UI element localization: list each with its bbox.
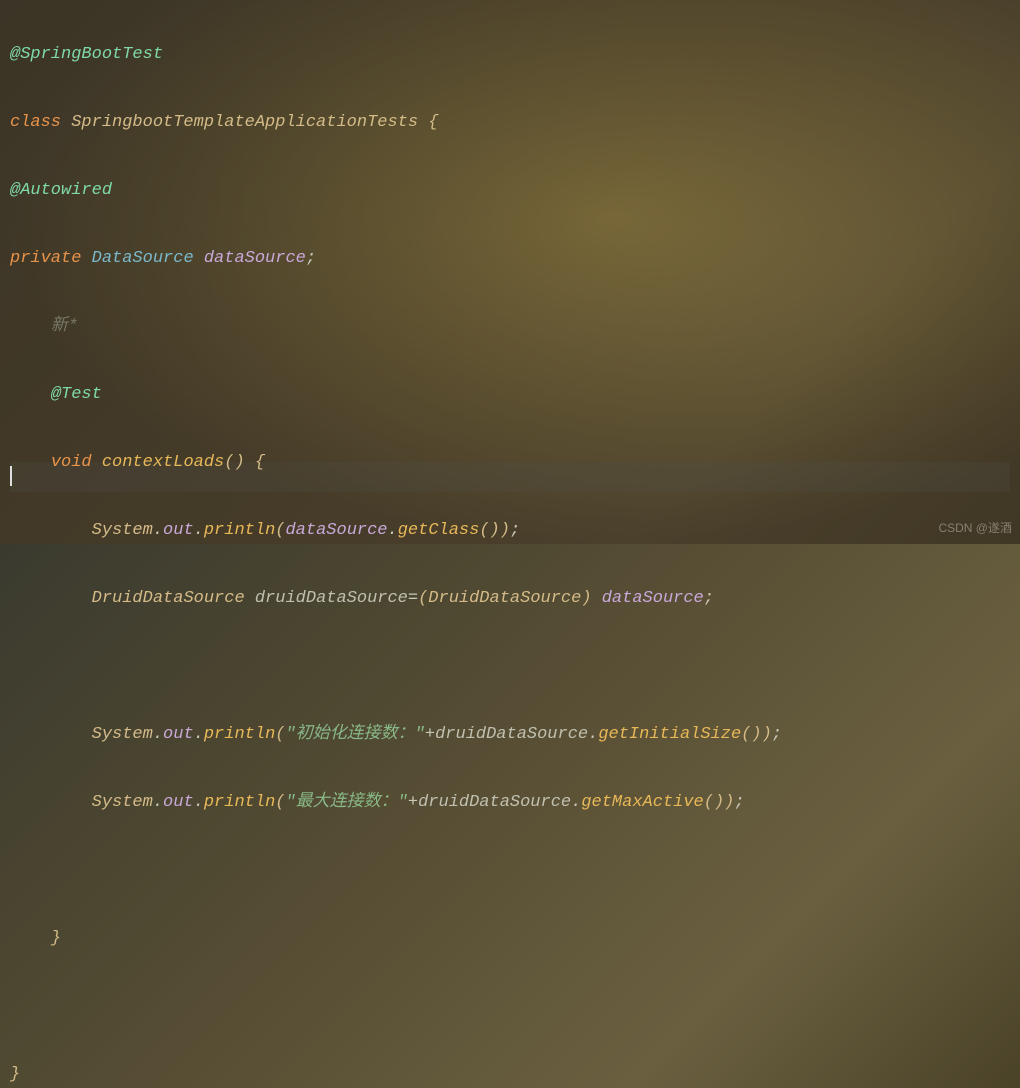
annotation-springboottest: @SpringBootTest [10, 45, 163, 64]
keyword-void: void [51, 453, 92, 472]
class-system: System [92, 725, 153, 744]
code-line [10, 854, 1010, 888]
annotation-test: @Test [51, 385, 102, 404]
field-out: out [163, 521, 194, 540]
brace-close: } [10, 1065, 20, 1084]
semicolon: ; [306, 249, 316, 268]
method-println: println [204, 725, 275, 744]
dot: . [194, 521, 204, 540]
method-println: println [204, 521, 275, 540]
dot: . [153, 793, 163, 812]
code-line: private DataSource dataSource; [10, 242, 1010, 276]
code-line: } [10, 922, 1010, 956]
equals: = [408, 589, 418, 608]
paren-open: ( [418, 589, 428, 608]
code-line: @Autowired [10, 174, 1010, 208]
semicolon: ; [734, 793, 744, 812]
code-line [10, 990, 1010, 1024]
code-line: void contextLoads() { [10, 446, 1010, 480]
code-line: @Test [10, 378, 1010, 412]
code-line: @SpringBootTest [10, 38, 1010, 72]
semicolon: ; [704, 589, 714, 608]
method-getmaxactive: getMaxActive [581, 793, 703, 812]
brace: { [418, 113, 438, 132]
dot: . [194, 793, 204, 812]
paren-open: ( [275, 521, 285, 540]
code-line: } [10, 1058, 1010, 1088]
code-line: System.out.println("最大连接数："+druidDataSou… [10, 786, 1010, 820]
code-line: System.out.println("初始化连接数："+druidDataSo… [10, 718, 1010, 752]
code-line: System.out.println(dataSource.getClass()… [10, 514, 1010, 548]
dot: . [153, 521, 163, 540]
dot: . [588, 725, 598, 744]
string-literal: "最大连接数：" [285, 793, 407, 812]
var-datasource: dataSource [194, 249, 306, 268]
paren-close: ) [500, 521, 510, 540]
dot: . [153, 725, 163, 744]
parentheses: () [479, 521, 499, 540]
method-contextloads: contextLoads [92, 453, 225, 472]
semicolon: ; [510, 521, 520, 540]
paren-open: ( [275, 793, 285, 812]
code-line: class SpringbootTemplateApplicationTests… [10, 106, 1010, 140]
plus: + [408, 793, 418, 812]
class-name: SpringbootTemplateApplicationTests [71, 113, 418, 132]
field-out: out [163, 793, 194, 812]
var-datasource: dataSource [592, 589, 704, 608]
paren-close: ) [581, 589, 591, 608]
keyword-class: class [10, 113, 61, 132]
paren-close: ) [724, 793, 734, 812]
parentheses: () [704, 793, 724, 812]
parentheses: () [224, 453, 244, 472]
code-line: DruidDataSource druidDataSource=(DruidDa… [10, 582, 1010, 616]
string-literal: "初始化连接数：" [285, 725, 424, 744]
method-getclass: getClass [398, 521, 480, 540]
var-datasource: dataSource [285, 521, 387, 540]
comment: 新* [51, 317, 78, 336]
dot: . [388, 521, 398, 540]
var-druiddatasource: druidDataSource [245, 589, 408, 608]
field-out: out [163, 725, 194, 744]
code-line [10, 650, 1010, 684]
type-druiddatasource: DruidDataSource [428, 589, 581, 608]
var-druiddatasource: druidDataSource [435, 725, 588, 744]
semicolon: ; [772, 725, 782, 744]
plus: + [425, 725, 435, 744]
method-println: println [204, 793, 275, 812]
code-editor[interactable]: @SpringBootTest class SpringbootTemplate… [0, 0, 1020, 1088]
paren-close: ) [762, 725, 772, 744]
annotation-autowired: @Autowired [10, 181, 112, 200]
parentheses: () [741, 725, 761, 744]
dot: . [194, 725, 204, 744]
var-druiddatasource: druidDataSource [418, 793, 571, 812]
paren-open: ( [275, 725, 285, 744]
keyword-private: private [10, 249, 81, 268]
type-druiddatasource: DruidDataSource [92, 589, 245, 608]
code-line: 新* [10, 310, 1010, 344]
type-datasource: DataSource [81, 249, 193, 268]
class-system: System [92, 793, 153, 812]
brace-close: } [51, 929, 61, 948]
brace: { [245, 453, 265, 472]
watermark: CSDN @遂酒 [938, 516, 1012, 540]
class-system: System [92, 521, 153, 540]
method-getinitialsize: getInitialSize [598, 725, 741, 744]
dot: . [571, 793, 581, 812]
